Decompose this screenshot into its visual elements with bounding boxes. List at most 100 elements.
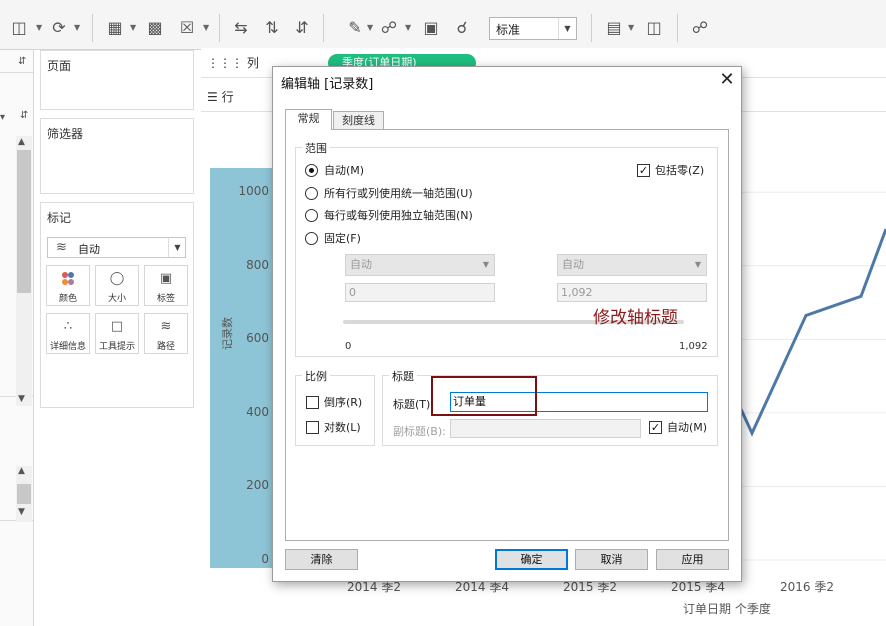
radio-selected bbox=[305, 164, 318, 177]
detail-button[interactable]: ∴ 详细信息 bbox=[46, 313, 90, 354]
show-me-icon[interactable]: ▤ bbox=[603, 17, 625, 39]
include-zero-label: 包括零(Z) bbox=[655, 164, 705, 177]
x-axis-title[interactable]: 订单日期 个季度 bbox=[683, 600, 771, 617]
highlight-icon[interactable]: ✎ bbox=[344, 17, 366, 39]
close-icon[interactable]: ✕ bbox=[717, 70, 737, 90]
sort-descending-icon[interactable]: ⇵ bbox=[291, 17, 313, 39]
sort-icon[interactable]: ⇵ bbox=[20, 110, 28, 121]
text-label-icon[interactable]: ▣ bbox=[420, 17, 442, 39]
chevron-down-icon[interactable]: ▼ bbox=[203, 23, 211, 33]
checkbox-empty bbox=[306, 421, 319, 434]
pin-icon[interactable]: ☌ bbox=[451, 17, 473, 39]
cancel-button[interactable]: 取消 bbox=[575, 549, 648, 570]
range-end-select[interactable]: 自动 ▼ bbox=[557, 254, 707, 276]
chevron-down-icon[interactable]: ▼ bbox=[130, 23, 138, 33]
swap-icon[interactable]: ⇆ bbox=[230, 17, 252, 39]
color-label: 颜色 bbox=[58, 294, 77, 304]
range-independent-label: 每行或每列使用独立轴范围(N) bbox=[324, 209, 473, 222]
filters-card[interactable]: 筛选器 bbox=[40, 118, 194, 194]
scroll-up-icon[interactable]: ▲ bbox=[18, 137, 25, 147]
toolbar-separator bbox=[677, 14, 678, 42]
series-line[interactable] bbox=[739, 228, 886, 437]
toolbar-separator bbox=[92, 14, 93, 42]
tooltip-label: 工具提示 bbox=[98, 342, 135, 352]
y-tick-label: 1000 bbox=[238, 184, 269, 199]
scroll-up-icon[interactable]: ▲ bbox=[18, 466, 25, 476]
sort-ascending-icon[interactable]: ⇅ bbox=[261, 17, 283, 39]
chevron-down-icon[interactable]: ▼ bbox=[74, 23, 82, 33]
chevron-down-icon[interactable]: ▼ bbox=[367, 23, 375, 33]
label-label: 标签 bbox=[156, 294, 175, 304]
path-button[interactable]: ≋ 路径 bbox=[144, 313, 188, 354]
share-icon[interactable]: ☍ bbox=[689, 17, 711, 39]
scrollbar-thumb[interactable] bbox=[17, 150, 31, 293]
chevron-down-icon[interactable]: ▾ bbox=[0, 112, 5, 123]
y-tick-label: 0 bbox=[261, 552, 269, 566]
refresh-icon[interactable]: ⟳ bbox=[48, 17, 70, 39]
fit-select[interactable]: 标准 ▼ bbox=[489, 17, 577, 40]
color-button[interactable]: 颜色 bbox=[46, 265, 90, 306]
sort-icon[interactable]: ⇵ bbox=[18, 56, 26, 67]
rows-shelf-text: 行 bbox=[221, 90, 234, 104]
chevron-down-icon: ▼ bbox=[558, 18, 576, 39]
color-icon bbox=[47, 271, 89, 292]
size-button[interactable]: ◯ 大小 bbox=[95, 265, 139, 306]
slider-max-label: 1,092 bbox=[679, 341, 708, 352]
subtitle-input[interactable] bbox=[450, 419, 641, 438]
chevron-down-icon[interactable]: ▼ bbox=[36, 23, 44, 33]
clear-sheet-icon[interactable]: ☒ bbox=[176, 17, 198, 39]
detail-icon: ∴ bbox=[63, 319, 73, 334]
radio-unselected bbox=[305, 232, 318, 245]
checkmark-icon: ✓ bbox=[637, 164, 650, 177]
annotation-highlight-box bbox=[431, 376, 537, 416]
chevron-down-icon[interactable]: ▼ bbox=[628, 23, 636, 33]
clear-button[interactable]: 清除 bbox=[285, 549, 358, 570]
presentation-icon[interactable]: ◫ bbox=[643, 17, 665, 39]
chevron-down-icon: ▼ bbox=[694, 260, 701, 269]
path-icon: ≋ bbox=[160, 319, 172, 334]
subtitle-auto-label: 自动(M) bbox=[667, 421, 708, 434]
range-start-select[interactable]: 自动 ▼ bbox=[345, 254, 495, 276]
apply-button[interactable]: 应用 bbox=[656, 549, 729, 570]
scroll-down-icon[interactable]: ▼ bbox=[18, 394, 25, 404]
tab-tick-marks[interactable]: 刻度线 bbox=[333, 111, 384, 131]
chevron-down-icon[interactable]: ▼ bbox=[405, 23, 413, 33]
ok-button[interactable]: 确定 bbox=[495, 549, 568, 570]
annotation-text: 修改轴标题 bbox=[593, 308, 678, 328]
marks-type-value: 自动 bbox=[78, 243, 100, 256]
columns-icon: ⋮⋮⋮ bbox=[207, 56, 243, 70]
range-end-input[interactable]: 1,092 bbox=[557, 283, 707, 302]
range-auto-label: 自动(M) bbox=[324, 164, 365, 177]
checkmark-icon: ✓ bbox=[649, 421, 662, 434]
titles-group-title: 标题 bbox=[389, 368, 417, 384]
scale-group: 比例 倒序(R) 对数(L) bbox=[295, 368, 375, 446]
rows-shelf-label: ☰ 行 bbox=[207, 88, 234, 105]
title-field-label: 标题(T): bbox=[393, 398, 435, 411]
duplicate-sheet-icon[interactable]: ▩ bbox=[144, 17, 166, 39]
scrollbar-thumb[interactable] bbox=[17, 484, 31, 504]
x-tick-label: 2016 季2 bbox=[780, 580, 834, 594]
detail-label: 详细信息 bbox=[49, 342, 86, 352]
scale-group-title: 比例 bbox=[302, 368, 330, 384]
size-label: 大小 bbox=[107, 294, 126, 304]
columns-shelf-label: ⋮⋮⋮ 列 bbox=[207, 54, 259, 71]
marks-type-select[interactable]: ≋ 自动 ▼ bbox=[47, 237, 186, 258]
tab-general[interactable]: 常规 bbox=[285, 109, 332, 130]
pages-card[interactable]: 页面 bbox=[40, 50, 194, 110]
datasource-icon[interactable]: ◫ bbox=[8, 17, 30, 39]
scroll-down-icon[interactable]: ▼ bbox=[18, 507, 25, 517]
range-group-title: 范围 bbox=[302, 140, 330, 156]
range-start-select-value: 自动 bbox=[350, 258, 372, 271]
label-button[interactable]: ▣ 标签 bbox=[144, 265, 188, 306]
tooltip-button[interactable]: □ 工具提示 bbox=[95, 313, 139, 354]
filters-card-title: 筛选器 bbox=[47, 127, 84, 141]
attach-icon[interactable]: ☍ bbox=[378, 17, 400, 39]
checkbox-empty bbox=[306, 396, 319, 409]
range-uniform-label: 所有行或列使用统一轴范围(U) bbox=[324, 187, 473, 200]
toolbar-separator bbox=[219, 14, 220, 42]
y-tick-label: 600 bbox=[246, 331, 269, 346]
range-start-input[interactable]: 0 bbox=[345, 283, 495, 302]
new-worksheet-icon[interactable]: ▦ bbox=[104, 17, 126, 39]
toolbar: ◫ ▼ ⟳ ▼ ▦ ▼ ▩ ☒ ▼ ⇆ ⇅ ⇵ ✎ ▼ ☍ ▼ ▣ ☌ 标准 ▼… bbox=[0, 6, 886, 50]
size-icon: ◯ bbox=[109, 271, 125, 286]
